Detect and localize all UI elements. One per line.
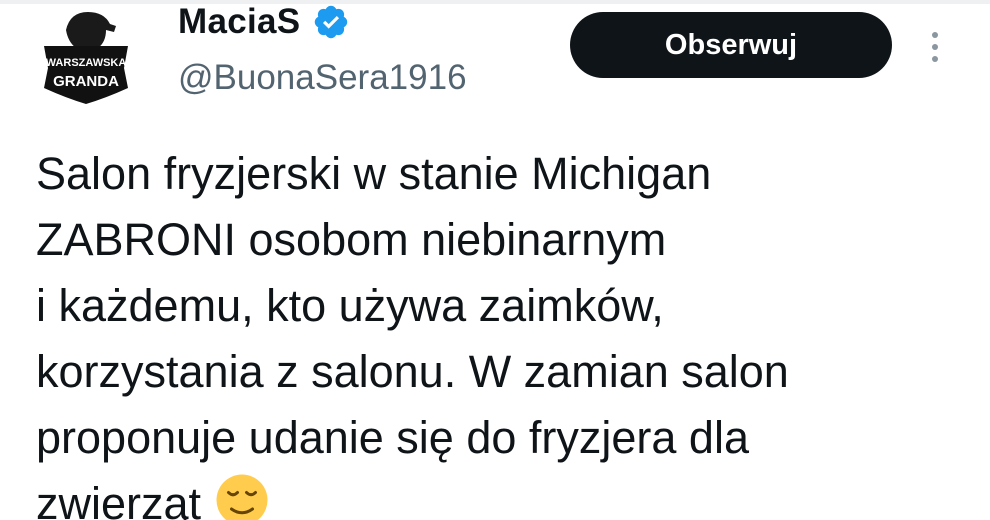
avatar-text-top: WARSZAWSKA [46,57,127,69]
tweet-text: Salon fryzjerski w stanie Michigan ZABRO… [36,141,976,520]
author-display-name[interactable]: MaciaS [178,0,350,44]
more-dot [932,56,938,62]
tweet-line: i każdemu, kto używa zaimków, [36,280,664,331]
relieved-face-icon [216,474,268,520]
verified-badge-icon [315,5,348,39]
author-avatar[interactable]: WARSZAWSKA GRANDA [36,8,136,108]
top-divider [0,0,990,4]
warszawska-granda-logo: WARSZAWSKA GRANDA [44,12,128,104]
tweet-line: korzystania z salonu. W zamian salon [36,346,789,397]
tweet-line: Salon fryzjerski w stanie Michigan [36,148,712,199]
tweet-line: ZABRONI osobom niebinarnym [36,214,667,265]
tweet-line-last: zwierząt [36,471,976,520]
follow-button[interactable]: Obserwuj [570,12,892,78]
avatar-text-bottom: GRANDA [53,73,119,90]
author-handle[interactable]: @BuonaSera1916 [178,56,467,100]
more-dot [932,44,938,50]
tweet-line: proponuje udanie się do fryzjera dla [36,412,749,463]
more-vertical-icon[interactable] [918,24,952,70]
more-dot [932,32,938,38]
tweet-line-text: zwierząt [36,478,202,520]
author-name-text[interactable]: MaciaS [178,0,300,44]
